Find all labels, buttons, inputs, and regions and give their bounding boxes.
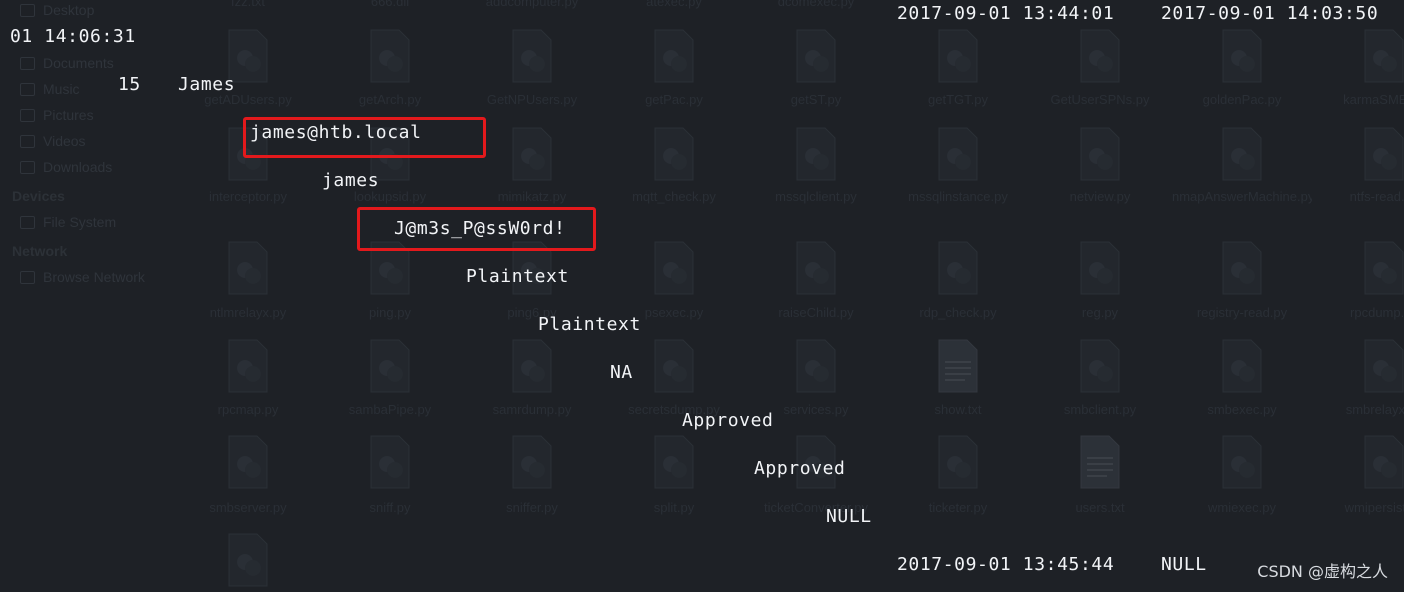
user-login: james	[322, 170, 380, 191]
date-tail: 01 14:06:31	[10, 26, 136, 47]
user-email: james@htb.local	[250, 122, 422, 143]
status-approved: Approved	[682, 410, 774, 431]
user-password: J@m3s_P@ssW0rd!	[394, 218, 566, 239]
watermark: CSDN @虚构之人	[1257, 562, 1388, 581]
created-time: 2017-09-01 13:44:01	[897, 3, 1115, 24]
updated-time: 2017-09-01 14:03:50	[1161, 3, 1379, 24]
status-approved-2: Approved	[754, 458, 846, 479]
password-format: Plaintext	[466, 266, 569, 287]
user-id: 15	[118, 74, 141, 95]
field-null-2: NULL	[1161, 554, 1207, 575]
terminal-output: 2017-09-01 13:44:01 2017-09-01 14:03:50 …	[0, 0, 1404, 590]
password-format-2: Plaintext	[538, 314, 641, 335]
bottom-time: 2017-09-01 13:45:44	[897, 554, 1115, 575]
field-na: NA	[610, 362, 633, 383]
user-name: James	[178, 74, 236, 95]
field-null: NULL	[826, 506, 872, 527]
